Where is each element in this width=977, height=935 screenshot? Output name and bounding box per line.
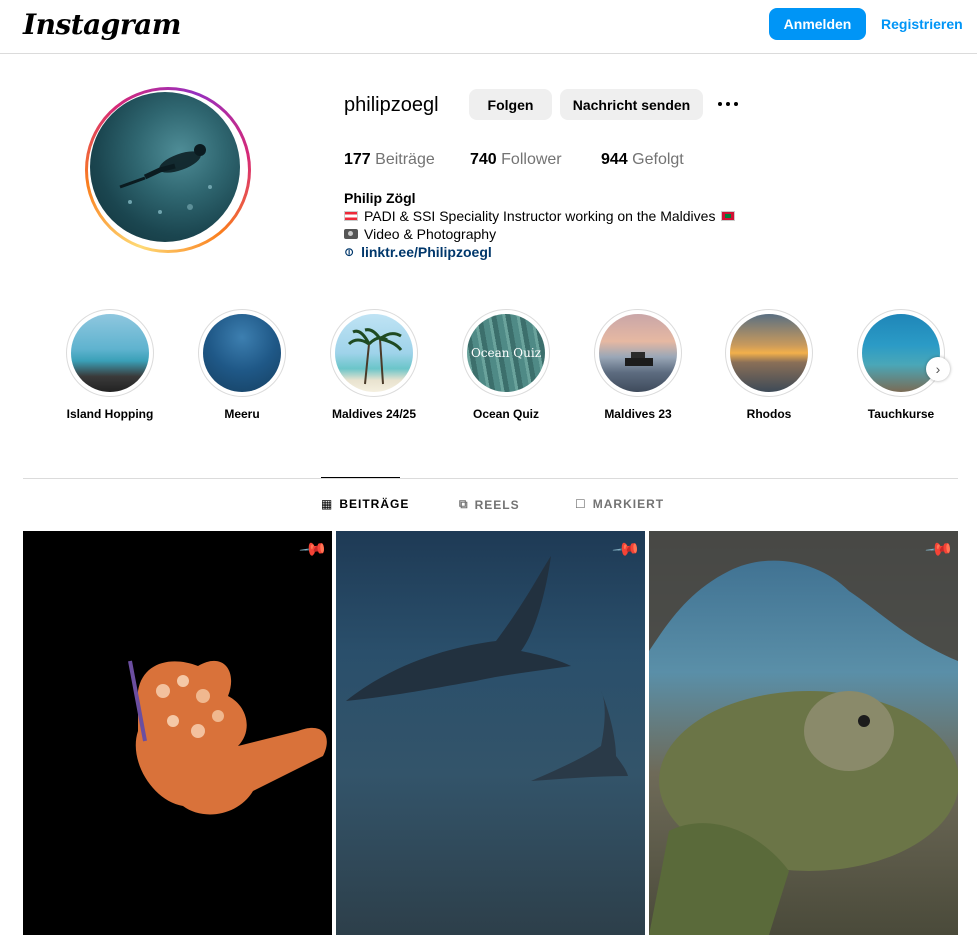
highlight-ocean-quiz[interactable]: Ocean Quiz Ocean Quiz xyxy=(461,309,551,421)
register-link[interactable]: Registrieren xyxy=(881,16,963,32)
highlight-maldives-24-25[interactable]: Maldives 24/25 xyxy=(329,309,419,421)
post-tile[interactable]: 📌 xyxy=(23,531,332,935)
highlight-ring xyxy=(594,309,682,397)
login-button[interactable]: Anmelden xyxy=(769,8,866,40)
post-tile[interactable]: 📌 xyxy=(649,531,958,935)
highlight-ring xyxy=(66,309,154,397)
avatar-image xyxy=(90,92,240,242)
highlight-label: Rhodos xyxy=(746,407,792,421)
highlight-island-hopping[interactable]: Island Hopping xyxy=(65,309,155,421)
profile-full-name: Philip Zögl xyxy=(344,190,416,206)
highlight-ring xyxy=(725,309,813,397)
send-message-button[interactable]: Nachricht senden xyxy=(560,89,703,120)
highlight-cover: Ocean Quiz xyxy=(467,314,545,392)
active-tab-indicator xyxy=(321,477,400,478)
tab-reels[interactable]: ⧉ REELS xyxy=(459,497,520,512)
highlight-label: Tauchkurse xyxy=(867,407,935,421)
highlight-label: Ocean Quiz xyxy=(472,407,540,421)
bio-text-2: Video & Photography xyxy=(364,226,497,242)
highlight-label: Meeru xyxy=(224,407,260,421)
link-icon: ⊘ xyxy=(340,243,358,261)
highlight-ring xyxy=(857,309,945,397)
highlight-overlay-text: Ocean Quiz xyxy=(470,346,542,360)
highlight-rhodos[interactable]: Rhodos xyxy=(724,309,814,421)
profile-link[interactable]: ⊘ linktr.ee/Philipzoegl xyxy=(340,243,492,261)
highlight-cover xyxy=(203,314,281,392)
highlight-cover xyxy=(335,314,413,392)
profile-username: philipzoegl xyxy=(344,94,439,116)
tab-tagged[interactable]: ☐ MARKIERT xyxy=(575,497,664,511)
more-options-icon[interactable] xyxy=(715,94,741,114)
posts-count: 177 xyxy=(344,151,371,168)
tab-reels-label: REELS xyxy=(474,497,520,512)
profile-link-text[interactable]: linktr.ee/Philipzoegl xyxy=(361,244,492,260)
highlight-ring: Ocean Quiz xyxy=(462,309,550,397)
highlight-label: Maldives 23 xyxy=(604,407,672,421)
highlight-label: Island Hopping xyxy=(66,407,154,421)
following-label: Gefolgt xyxy=(632,151,684,168)
camera-icon xyxy=(344,229,358,239)
top-bar: Instagram Anmelden Registrieren xyxy=(0,0,977,54)
posts-count-stat: 177 Beiträge xyxy=(344,151,435,169)
posts-label: Beiträge xyxy=(375,151,435,168)
followers-label: Follower xyxy=(501,151,562,168)
following-stat[interactable]: 944 Gefolgt xyxy=(601,151,684,169)
austria-flag-icon xyxy=(344,211,358,221)
highlight-ring xyxy=(198,309,286,397)
tagged-icon: ☐ xyxy=(575,497,587,511)
tabs-divider xyxy=(23,478,958,479)
highlight-ring xyxy=(330,309,418,397)
maldives-flag-icon xyxy=(721,211,736,221)
instagram-logo[interactable]: Instagram xyxy=(23,8,181,41)
bio-line-1: PADI & SSI Speciality Instructor working… xyxy=(344,208,736,224)
followers-count: 740 xyxy=(470,151,497,168)
grid-icon: ▦ xyxy=(321,497,334,511)
post-tile[interactable]: 📌 xyxy=(336,531,645,935)
bio-line-2: Video & Photography xyxy=(344,226,496,242)
followers-stat[interactable]: 740 Follower xyxy=(470,151,562,169)
highlight-meeru[interactable]: Meeru xyxy=(197,309,287,421)
tab-posts-label: BEITRÄGE xyxy=(339,497,410,511)
highlight-cover xyxy=(730,314,808,392)
tab-posts[interactable]: ▦ BEITRÄGE xyxy=(321,497,409,511)
follow-button[interactable]: Folgen xyxy=(469,89,552,120)
highlight-cover xyxy=(71,314,149,392)
bio-text-1: PADI & SSI Speciality Instructor working… xyxy=(364,208,716,224)
highlights-next-chevron-icon[interactable]: › xyxy=(926,357,950,381)
reels-icon: ⧉ xyxy=(459,497,469,511)
profile-avatar[interactable] xyxy=(85,87,251,253)
tab-tagged-label: MARKIERT xyxy=(592,497,665,511)
highlight-maldives-23[interactable]: Maldives 23 xyxy=(593,309,683,421)
highlight-cover xyxy=(862,314,940,392)
highlight-cover xyxy=(599,314,677,392)
highlight-label: Maldives 24/25 xyxy=(331,407,417,421)
following-count: 944 xyxy=(601,151,628,168)
